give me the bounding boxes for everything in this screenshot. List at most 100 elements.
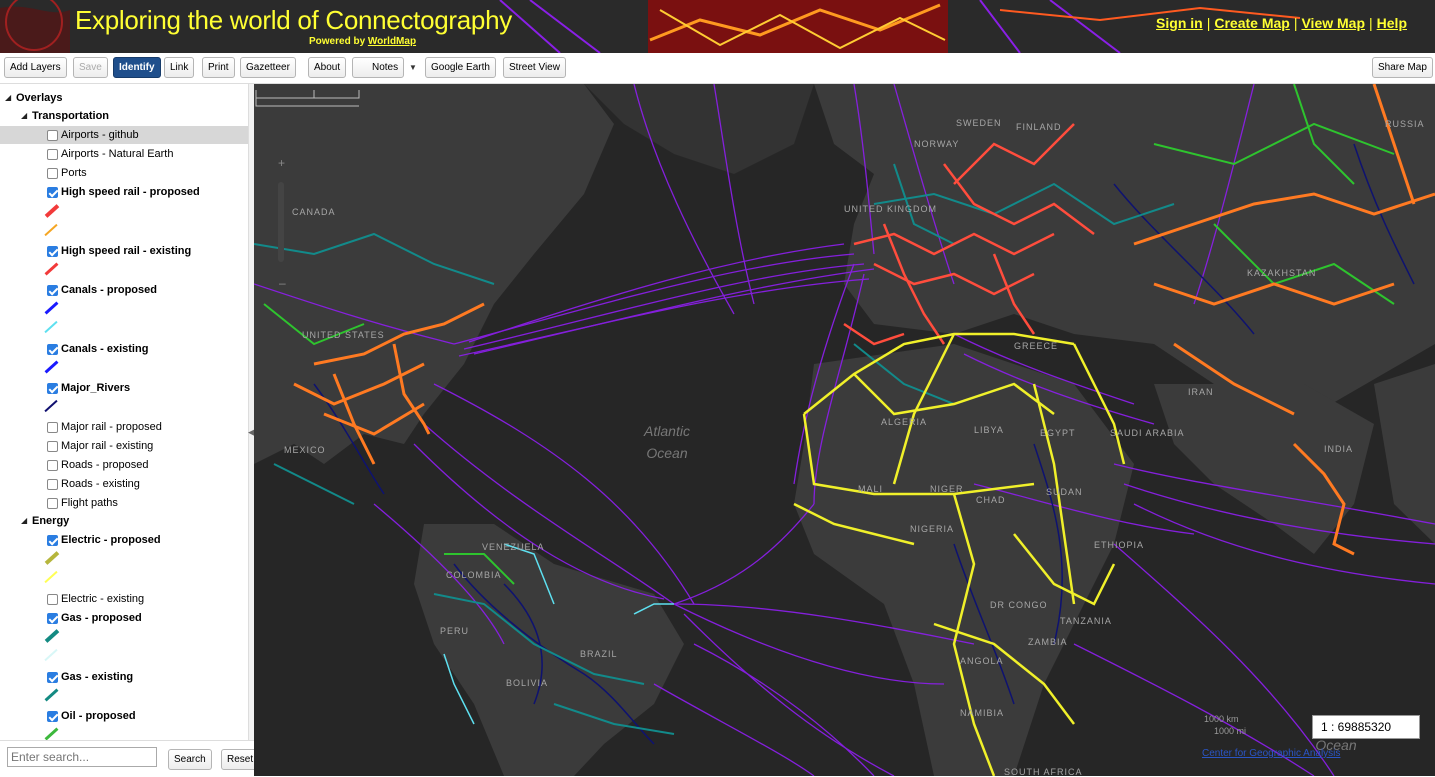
layer-checkbox[interactable] — [47, 535, 58, 546]
powered-prefix: Powered by — [309, 36, 368, 47]
save-button[interactable]: Save — [73, 57, 108, 78]
map-label: KAZAKHSTAN — [1247, 268, 1317, 278]
layer-checkbox[interactable] — [47, 187, 58, 198]
link-button[interactable]: Link — [164, 57, 195, 78]
layer-item[interactable]: Airports - github — [0, 126, 248, 144]
layer-checkbox[interactable] — [47, 168, 58, 179]
layer-checkbox[interactable] — [47, 344, 58, 355]
expand-triangle-icon[interactable]: ◢ — [5, 89, 11, 107]
add-layers-button[interactable]: Add Layers — [4, 57, 67, 78]
expand-triangle-icon[interactable]: ◢ — [21, 512, 27, 530]
layer-item[interactable]: Ports — [0, 164, 248, 182]
layer-label: Major rail - proposed — [61, 421, 162, 433]
legend-swatch — [44, 570, 58, 584]
print-button[interactable]: Print — [202, 57, 235, 78]
layer-checkbox[interactable] — [47, 130, 58, 141]
layer-item[interactable]: Major rail - proposed — [0, 418, 248, 436]
layer-item[interactable]: Electric - proposed — [0, 531, 248, 549]
layer-label: Oil - proposed — [61, 710, 136, 722]
layer-item[interactable]: Major rail - existing — [0, 437, 248, 455]
legend-swatch — [44, 727, 59, 740]
scale-ratio-field[interactable]: 1 : 69885320 — [1312, 715, 1420, 739]
layer-checkbox[interactable] — [47, 711, 58, 722]
map-label: COLOMBIA — [446, 570, 502, 580]
identify-button[interactable]: Identify — [113, 57, 161, 78]
layer-item[interactable]: Roads - proposed — [0, 456, 248, 474]
overlays-label: Overlays — [16, 92, 63, 104]
layer-item[interactable]: Canals - existing — [0, 340, 248, 358]
layer-checkbox[interactable] — [47, 594, 58, 605]
layer-checkbox[interactable] — [47, 149, 58, 160]
street-view-button[interactable]: Street View — [503, 57, 566, 78]
layer-item[interactable]: Flight paths — [0, 494, 248, 512]
notes-button[interactable]: Notes — [352, 57, 404, 78]
layer-label: Canals - proposed — [61, 284, 157, 296]
sign-in-link[interactable]: Sign in — [1156, 15, 1203, 31]
scale-mi-label: 1000 mi — [1214, 726, 1247, 736]
map-label: PERU — [440, 626, 470, 636]
layer-item[interactable]: Gas - proposed — [0, 609, 248, 627]
layer-checkbox[interactable] — [47, 479, 58, 490]
layer-checkbox[interactable] — [47, 383, 58, 394]
legend-swatch — [44, 204, 60, 218]
overlays-group[interactable]: ◢ Overlays — [0, 89, 248, 107]
legend-swatch — [44, 223, 58, 237]
expand-triangle-icon[interactable]: ◢ — [21, 107, 27, 125]
layer-checkbox[interactable] — [47, 285, 58, 296]
map-label: INDIA — [1324, 444, 1354, 454]
zoom-out-icon[interactable]: – — [279, 276, 286, 290]
worldmap-link[interactable]: WorldMap — [368, 36, 416, 47]
help-link[interactable]: Help — [1377, 15, 1407, 31]
layer-item[interactable]: Airports - Natural Earth — [0, 145, 248, 163]
energy-group[interactable]: ◢ Energy — [0, 512, 248, 530]
layer-item[interactable]: Oil - proposed — [0, 707, 248, 725]
zoom-in-icon[interactable]: + — [278, 156, 285, 170]
scale-bar — [255, 90, 360, 107]
search-input[interactable] — [7, 747, 157, 767]
search-button[interactable]: Search — [168, 749, 212, 770]
layer-label: Canals - existing — [61, 343, 149, 355]
layer-checkbox[interactable] — [47, 246, 58, 257]
layer-item[interactable]: Major_Rivers — [0, 379, 248, 397]
google-earth-button[interactable]: Google Earth — [425, 57, 496, 78]
powered-by: Powered by WorldMap — [309, 36, 416, 47]
ocean-label-line: Atlantic — [644, 423, 690, 439]
map-label: ANGOLA — [960, 656, 1004, 666]
layer-checkbox[interactable] — [47, 422, 58, 433]
layer-label: Major_Rivers — [61, 382, 131, 394]
layer-item[interactable]: Electric - existing — [0, 590, 248, 608]
layer-checkbox[interactable] — [47, 613, 58, 624]
layer-item[interactable]: Canals - proposed — [0, 281, 248, 299]
layer-item[interactable]: Roads - existing — [0, 475, 248, 493]
search-bar: Search Reset — [0, 740, 261, 777]
layer-item[interactable]: High speed rail - existing — [0, 242, 248, 260]
share-map-button[interactable]: Share Map — [1372, 57, 1433, 78]
legend-swatch — [44, 648, 58, 662]
map-canvas[interactable]: + – CANADA UNITED STATES MEXICO VENEZUEL… — [254, 84, 1435, 776]
layer-checkbox[interactable] — [47, 498, 58, 509]
layer-label: Major rail - existing — [61, 440, 154, 452]
about-button[interactable]: About — [308, 57, 347, 78]
notes-dropdown-icon[interactable]: ▼ — [409, 63, 417, 72]
create-map-link[interactable]: Create Map — [1214, 15, 1289, 31]
map-label: CHAD — [976, 495, 1006, 505]
zoom-slider[interactable] — [278, 182, 284, 262]
gazetteer-button[interactable]: Gazetteer — [240, 57, 296, 78]
transportation-group[interactable]: ◢ Transportation — [0, 107, 248, 125]
layer-item[interactable]: High speed rail - proposed — [0, 183, 248, 201]
map-label: DR CONGO — [990, 600, 1048, 610]
transportation-label: Transportation — [32, 110, 110, 122]
layer-checkbox[interactable] — [47, 441, 58, 452]
map-label: EGYPT — [1040, 428, 1076, 438]
layer-checkbox[interactable] — [47, 460, 58, 471]
layer-item[interactable]: Gas - existing — [0, 668, 248, 686]
map-label: SAUDI ARABIA — [1110, 428, 1185, 438]
layer-checkbox[interactable] — [47, 672, 58, 683]
legend-swatch — [44, 262, 59, 276]
attribution-link[interactable]: Center for Geographic Analysis — [1202, 748, 1340, 759]
scale-km-label: 1000 km — [1204, 714, 1239, 724]
layer-label: Gas - existing — [61, 671, 134, 683]
layer-label: Flight paths — [61, 497, 118, 509]
view-map-link[interactable]: View Map — [1301, 15, 1365, 31]
layer-label: Roads - proposed — [61, 459, 149, 471]
